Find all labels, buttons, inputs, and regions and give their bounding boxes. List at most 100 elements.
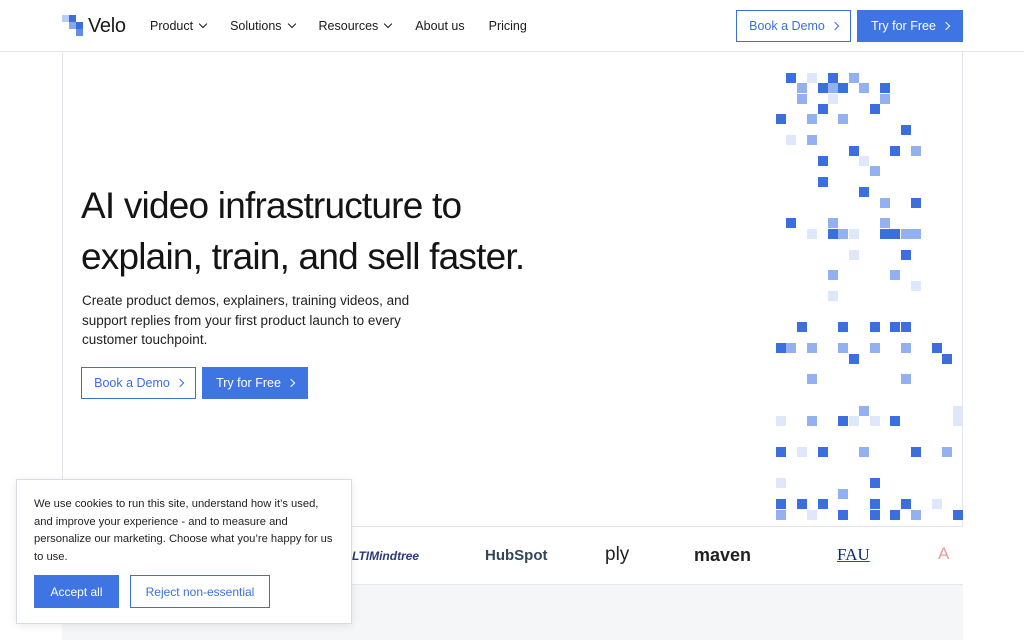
nav-item-label: About us	[415, 19, 465, 33]
pixel-square	[890, 416, 901, 426]
pixel-square	[838, 114, 849, 125]
main-menu: Product Solutions Resources About us Pri…	[150, 0, 551, 52]
pixel-square	[796, 499, 807, 510]
pixel-square	[932, 343, 942, 354]
pixel-square	[859, 405, 870, 416]
pixel-square	[880, 228, 890, 239]
pixel-square	[848, 145, 859, 156]
pixel-square	[911, 447, 922, 458]
nav-item-resources[interactable]: Resources	[318, 19, 393, 33]
pixel-square	[890, 509, 901, 520]
pixel-square	[807, 374, 818, 385]
pixel-square	[828, 218, 838, 229]
reject-non-essential-button[interactable]: Reject non-essential	[130, 575, 270, 608]
pixel-square	[838, 343, 849, 354]
chevron-down-icon	[287, 19, 296, 29]
pixel-square	[859, 83, 870, 94]
pixel-square	[952, 416, 963, 426]
pixel-square	[869, 499, 880, 510]
pixel-square	[776, 499, 786, 510]
pixel-square	[796, 93, 807, 104]
nav-item-pricing[interactable]: Pricing	[489, 19, 527, 33]
chevron-down-icon	[384, 19, 393, 29]
nav-try-free-button[interactable]: Try for Free	[857, 10, 963, 42]
pixel-square	[880, 83, 890, 94]
pixel-square	[807, 135, 818, 146]
brand-logo[interactable]: Velo	[62, 13, 126, 39]
pixel-square	[828, 291, 838, 302]
logo-hubspot: HubSpot	[485, 547, 548, 564]
pixel-square	[890, 145, 901, 156]
pixel-square	[817, 83, 828, 94]
pixel-square	[807, 228, 818, 239]
pixel-square	[890, 270, 901, 281]
pixel-square	[776, 416, 786, 426]
pixel-square	[859, 187, 870, 198]
pixel-square	[880, 93, 890, 104]
brand-name: Velo	[88, 14, 126, 37]
pixel-square	[900, 343, 911, 354]
logo-ltimindtree: LTIMindtree	[352, 549, 420, 563]
pixel-square	[869, 343, 880, 354]
accept-all-cookies-button[interactable]: Accept all	[34, 575, 119, 608]
pixel-square	[776, 478, 786, 489]
logo-mark-icon	[62, 15, 84, 37]
pixel-square	[911, 197, 922, 208]
pixel-square	[869, 104, 880, 114]
pixel-square	[911, 280, 922, 291]
pixel-square	[817, 176, 828, 187]
nav-item-solutions[interactable]: Solutions	[230, 19, 296, 33]
pixel-square	[807, 72, 818, 83]
pixel-square	[776, 343, 786, 354]
nav-item-about-us[interactable]: About us	[415, 19, 464, 33]
pixel-square	[817, 447, 828, 458]
hero-try-free-button[interactable]: Try for Free	[202, 367, 308, 399]
pixel-square	[786, 135, 797, 146]
pixel-square	[911, 228, 922, 239]
pixel-square	[900, 322, 911, 333]
pixel-square	[900, 374, 911, 385]
pixel-square	[796, 322, 807, 333]
pixel-square	[869, 166, 880, 177]
pixel-square	[952, 509, 963, 520]
pixel-square	[838, 83, 849, 94]
hero-title-line: explain, train, and sell faster.	[81, 236, 525, 277]
pixel-square	[911, 145, 922, 156]
pixel-square	[828, 270, 838, 281]
pixel-square	[900, 249, 911, 260]
chevron-right-icon	[175, 378, 185, 388]
pixel-square	[932, 499, 942, 510]
nav-item-label: Pricing	[488, 19, 527, 33]
pixel-square	[828, 93, 838, 104]
button-label: Book a Demo	[749, 19, 825, 33]
pixel-square	[817, 156, 828, 166]
pixel-square	[807, 416, 818, 426]
pixel-square	[817, 104, 828, 114]
button-label: Try for Free	[216, 376, 281, 390]
hero-subtitle: Create product demos, explainers, traini…	[82, 293, 410, 347]
pixel-square	[828, 72, 838, 83]
pixel-square	[900, 124, 911, 135]
nav-item-label: Resources	[318, 19, 379, 33]
pixel-square	[859, 447, 870, 458]
pixel-square	[786, 218, 797, 229]
pixel-square	[869, 322, 880, 333]
pixel-square	[817, 499, 828, 510]
pixel-square	[900, 228, 911, 239]
pixel-square	[807, 114, 818, 125]
logo-ply: ply	[605, 544, 630, 565]
pixel-square	[880, 197, 890, 208]
top-navigation: Velo Product Solutions Resources About u…	[0, 0, 1024, 52]
nav-item-label: Solutions	[230, 19, 282, 33]
nav-item-product[interactable]: Product	[150, 19, 208, 33]
pixel-square	[890, 228, 901, 239]
pixel-square	[838, 322, 849, 333]
chevron-right-icon	[286, 378, 296, 388]
pixel-square	[838, 416, 849, 426]
nav-book-demo-button[interactable]: Book a Demo	[736, 10, 851, 42]
pixel-square	[869, 416, 880, 426]
button-label: Try for Free	[871, 19, 936, 33]
pixel-square	[900, 499, 911, 510]
hero-book-demo-button[interactable]: Book a Demo	[81, 367, 196, 399]
pixel-square	[838, 488, 849, 499]
